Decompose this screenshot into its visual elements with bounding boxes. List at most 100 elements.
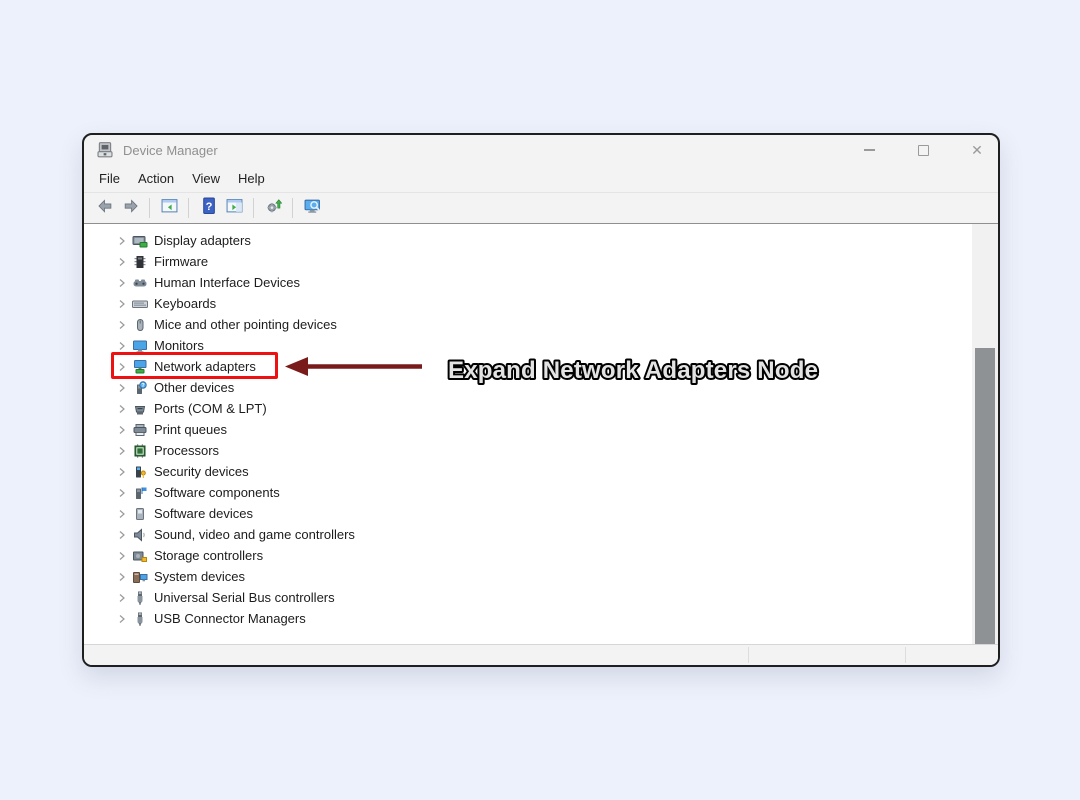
expand-chevron-icon[interactable]: [114, 296, 130, 312]
tree-item-software-devices[interactable]: Software devices: [84, 503, 998, 524]
tree-item-display-adapters[interactable]: Display adapters: [84, 230, 998, 251]
maximize-button[interactable]: [916, 143, 930, 157]
expand-chevron-icon[interactable]: [114, 569, 130, 585]
tree-item-universal-serial-bus-controllers[interactable]: Universal Serial Bus controllers: [84, 587, 998, 608]
show-console-tree-button[interactable]: [157, 196, 181, 220]
show-action-pane-button[interactable]: [222, 196, 246, 220]
processor-icon: [132, 443, 148, 459]
expand-chevron-icon[interactable]: [114, 338, 130, 354]
expand-chevron-icon[interactable]: [114, 275, 130, 291]
menu-view[interactable]: View: [183, 168, 229, 189]
tree-item-usb-connector-managers[interactable]: USB Connector Managers: [84, 608, 998, 629]
help-icon: ?: [200, 197, 217, 219]
keyboard-icon: [132, 296, 148, 312]
tree-item-human-interface-devices[interactable]: Human Interface Devices: [84, 272, 998, 293]
tree-item-mice-and-other-pointing-devices[interactable]: Mice and other pointing devices: [84, 314, 998, 335]
title-bar[interactable]: Device Manager ✕: [84, 135, 998, 165]
toolbar-separator: [188, 198, 189, 218]
back-button[interactable]: [92, 196, 116, 220]
toolbar-separator: [149, 198, 150, 218]
tree-item-sound-video-and-game-controllers[interactable]: Sound, video and game controllers: [84, 524, 998, 545]
expand-chevron-icon[interactable]: [114, 443, 130, 459]
expand-chevron-icon[interactable]: [114, 254, 130, 270]
expand-chevron-icon[interactable]: [114, 527, 130, 543]
tree-item-software-components[interactable]: Software components: [84, 482, 998, 503]
tree-item-label: Keyboards: [154, 296, 217, 311]
ports-icon: [132, 401, 148, 417]
expand-chevron-icon[interactable]: [114, 506, 130, 522]
system-icon: [132, 569, 148, 585]
other-icon: ?: [132, 380, 148, 396]
forward-button[interactable]: [118, 196, 142, 220]
tree-item-firmware[interactable]: Firmware: [84, 251, 998, 272]
tree-item-security-devices[interactable]: Security devices: [84, 461, 998, 482]
toolbar: ?: [84, 193, 998, 223]
tree-item-label: Monitors: [154, 338, 204, 353]
device-tree-panel: Display adapters Firmware Human Interface …: [84, 223, 998, 644]
tree-item-monitors[interactable]: Monitors: [84, 335, 998, 356]
scan-hardware-changes-button[interactable]: [261, 196, 285, 220]
tree-item-label: Other devices: [154, 380, 235, 395]
expand-chevron-icon[interactable]: [114, 464, 130, 480]
software-component-icon: [132, 485, 148, 501]
expand-chevron-icon[interactable]: [114, 380, 130, 396]
expand-chevron-icon[interactable]: [114, 317, 130, 333]
expand-chevron-icon[interactable]: [114, 590, 130, 606]
menu-file[interactable]: File: [90, 168, 129, 189]
firmware-icon: [132, 254, 148, 270]
usb-icon: [132, 611, 148, 627]
tree-item-label: Ports (COM & LPT): [154, 401, 267, 416]
tree-item-label: Security devices: [154, 464, 249, 479]
tree-item-label: Software devices: [154, 506, 253, 521]
tree-item-network-adapters[interactable]: Network adapters: [84, 356, 998, 377]
tree-item-print-queues[interactable]: Print queues: [84, 419, 998, 440]
tree-item-keyboards[interactable]: Keyboards: [84, 293, 998, 314]
status-bar: [84, 644, 998, 665]
expand-chevron-icon[interactable]: [114, 485, 130, 501]
tree-item-label: Processors: [154, 443, 220, 458]
tree-item-processors[interactable]: Processors: [84, 440, 998, 461]
tree-item-label: Network adapters: [154, 359, 256, 374]
vertical-scrollbar[interactable]: [972, 224, 998, 644]
expand-chevron-icon[interactable]: [114, 422, 130, 438]
monitor-icon: [132, 338, 148, 354]
toolbar-separator: [292, 198, 293, 218]
menu-help[interactable]: Help: [229, 168, 274, 189]
device-manager-window: Device Manager ✕ File Action View Help ? Di…: [82, 133, 1000, 667]
menu-action[interactable]: Action: [129, 168, 183, 189]
computer-search-button[interactable]: [300, 196, 324, 220]
expand-chevron-icon[interactable]: [114, 611, 130, 627]
mouse-icon: [132, 317, 148, 333]
tree-item-label: Sound, video and game controllers: [154, 527, 355, 542]
tree-item-label: USB Connector Managers: [154, 611, 306, 626]
expand-chevron-icon[interactable]: [114, 233, 130, 249]
help-button[interactable]: ?: [196, 196, 220, 220]
expand-chevron-icon[interactable]: [114, 401, 130, 417]
close-button[interactable]: ✕: [970, 143, 984, 157]
tree-item-label: Universal Serial Bus controllers: [154, 590, 335, 605]
scan-hardware-changes-icon: [265, 197, 282, 219]
computer-search-icon: [304, 197, 321, 219]
usb-icon: [132, 590, 148, 606]
svg-text:?: ?: [205, 201, 212, 213]
tree-item-system-devices[interactable]: System devices: [84, 566, 998, 587]
show-action-pane-icon: [226, 197, 243, 219]
software-device-icon: [132, 506, 148, 522]
tree-item-storage-controllers[interactable]: Storage controllers: [84, 545, 998, 566]
security-icon: [132, 464, 148, 480]
device-tree: Display adapters Firmware Human Interface …: [84, 224, 998, 629]
tree-item-ports-com-lpt[interactable]: Ports (COM & LPT): [84, 398, 998, 419]
menu-bar: File Action View Help: [84, 165, 998, 193]
minimize-button[interactable]: [862, 143, 876, 157]
hid-icon: [132, 275, 148, 291]
tree-item-other-devices[interactable]: ? Other devices: [84, 377, 998, 398]
back-icon: [96, 197, 113, 219]
expand-chevron-icon[interactable]: [114, 359, 130, 375]
network-icon: [132, 359, 148, 375]
sound-icon: [132, 527, 148, 543]
tree-item-label: Display adapters: [154, 233, 251, 248]
expand-chevron-icon[interactable]: [114, 548, 130, 564]
tree-item-label: Mice and other pointing devices: [154, 317, 337, 332]
scrollbar-thumb[interactable]: [975, 348, 995, 644]
statusbar-divider: [905, 647, 906, 663]
